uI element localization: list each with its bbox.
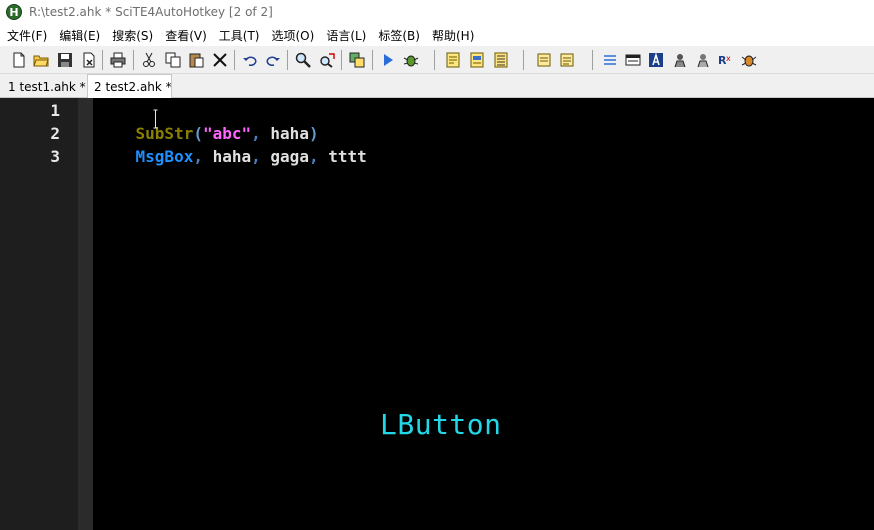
- menu-tools[interactable]: 工具(T): [213, 27, 266, 44]
- open-folder-icon[interactable]: [32, 51, 50, 69]
- menu-search[interactable]: 搜索(S): [106, 27, 159, 44]
- toolbar-separator: [287, 50, 288, 70]
- bug-icon[interactable]: [740, 51, 758, 69]
- copy-icon[interactable]: [164, 51, 182, 69]
- window-icon[interactable]: [624, 51, 642, 69]
- delete-icon[interactable]: [211, 51, 229, 69]
- run-icon[interactable]: [379, 51, 397, 69]
- key-press-overlay: LButton: [380, 408, 502, 441]
- toolbar-separator: [523, 50, 524, 70]
- menu-edit[interactable]: 编辑(E): [53, 27, 106, 44]
- find-icon[interactable]: [294, 51, 312, 69]
- token-identifier: tttt: [318, 147, 367, 166]
- token-comma: ,: [251, 147, 261, 166]
- regex-icon[interactable]: Rx: [717, 51, 735, 69]
- toolbar-separator: [434, 50, 435, 70]
- text-cursor-icon: [153, 109, 158, 129]
- document-2-icon[interactable]: [558, 51, 576, 69]
- toolbar-separator: [372, 50, 373, 70]
- autohotkey-app-icon[interactable]: H: [6, 4, 22, 20]
- toolbar-separator: [592, 50, 593, 70]
- save-icon[interactable]: [56, 51, 74, 69]
- token-comma: ,: [308, 147, 319, 166]
- menu-tabs[interactable]: 标签(B): [372, 27, 426, 44]
- title-bar: H R:\test2.ahk * SciTE4AutoHotkey [2 of …: [0, 0, 874, 24]
- toolbar-separator: [234, 50, 235, 70]
- compile-icon[interactable]: [348, 51, 366, 69]
- script-info-icon[interactable]: [468, 51, 486, 69]
- window-title: R:\test2.ahk * SciTE4AutoHotkey [2 of 2]: [29, 5, 273, 19]
- menu-options[interactable]: 选项(O): [266, 27, 321, 44]
- token-command: MsgBox: [135, 147, 194, 166]
- toolbar-separator: [133, 50, 134, 70]
- line-number: 2: [50, 124, 60, 143]
- text-a-icon[interactable]: [647, 51, 665, 69]
- tab-bar: 1 test1.ahk * 2 test2.ahk *: [0, 74, 874, 99]
- redo-icon[interactable]: [264, 51, 282, 69]
- code-editor[interactable]: 1 2 3 SubStr("abc", haha) MsgBox, haha, …: [0, 98, 874, 530]
- macro-1-icon[interactable]: [671, 51, 689, 69]
- line-number: 1: [50, 101, 60, 120]
- list-icon[interactable]: [601, 51, 619, 69]
- undo-icon[interactable]: [241, 51, 259, 69]
- menu-bar: 文件(F) 编辑(E) 搜索(S) 查看(V) 工具(T) 选项(O) 语言(L…: [0, 24, 874, 46]
- window-spy-icon[interactable]: [444, 51, 462, 69]
- fold-margin[interactable]: [78, 98, 93, 530]
- line-number: 3: [50, 147, 60, 166]
- menu-view[interactable]: 查看(V): [159, 27, 213, 44]
- replace-icon[interactable]: [318, 51, 336, 69]
- document-1-icon[interactable]: [535, 51, 553, 69]
- cut-icon[interactable]: [140, 51, 158, 69]
- code-line-2[interactable]: MsgBox, haha, gaga, tttt: [97, 122, 367, 166]
- menu-language[interactable]: 语言(L): [320, 27, 372, 44]
- param-info-icon[interactable]: [492, 51, 510, 69]
- svg-text:x: x: [726, 54, 731, 63]
- toolbar: Rx: [0, 46, 874, 74]
- token-comma: ,: [193, 147, 203, 166]
- debug-icon[interactable]: [402, 51, 420, 69]
- toolbar-separator: [102, 50, 103, 70]
- token-identifier: haha: [202, 147, 252, 166]
- toolbar-separator: [341, 50, 342, 70]
- menu-file[interactable]: 文件(F): [1, 27, 53, 44]
- tab-test2[interactable]: 2 test2.ahk *: [87, 74, 172, 99]
- tab-test1[interactable]: 1 test1.ahk *: [2, 76, 86, 98]
- close-file-icon[interactable]: [80, 51, 98, 69]
- code-line-1[interactable]: SubStr("abc", haha): [97, 99, 319, 143]
- paste-icon[interactable]: [187, 51, 205, 69]
- macro-2-icon[interactable]: [694, 51, 712, 69]
- new-file-icon[interactable]: [10, 51, 28, 69]
- print-icon[interactable]: [109, 51, 127, 69]
- token-identifier: gaga: [260, 147, 309, 166]
- menu-help[interactable]: 帮助(H): [426, 27, 480, 44]
